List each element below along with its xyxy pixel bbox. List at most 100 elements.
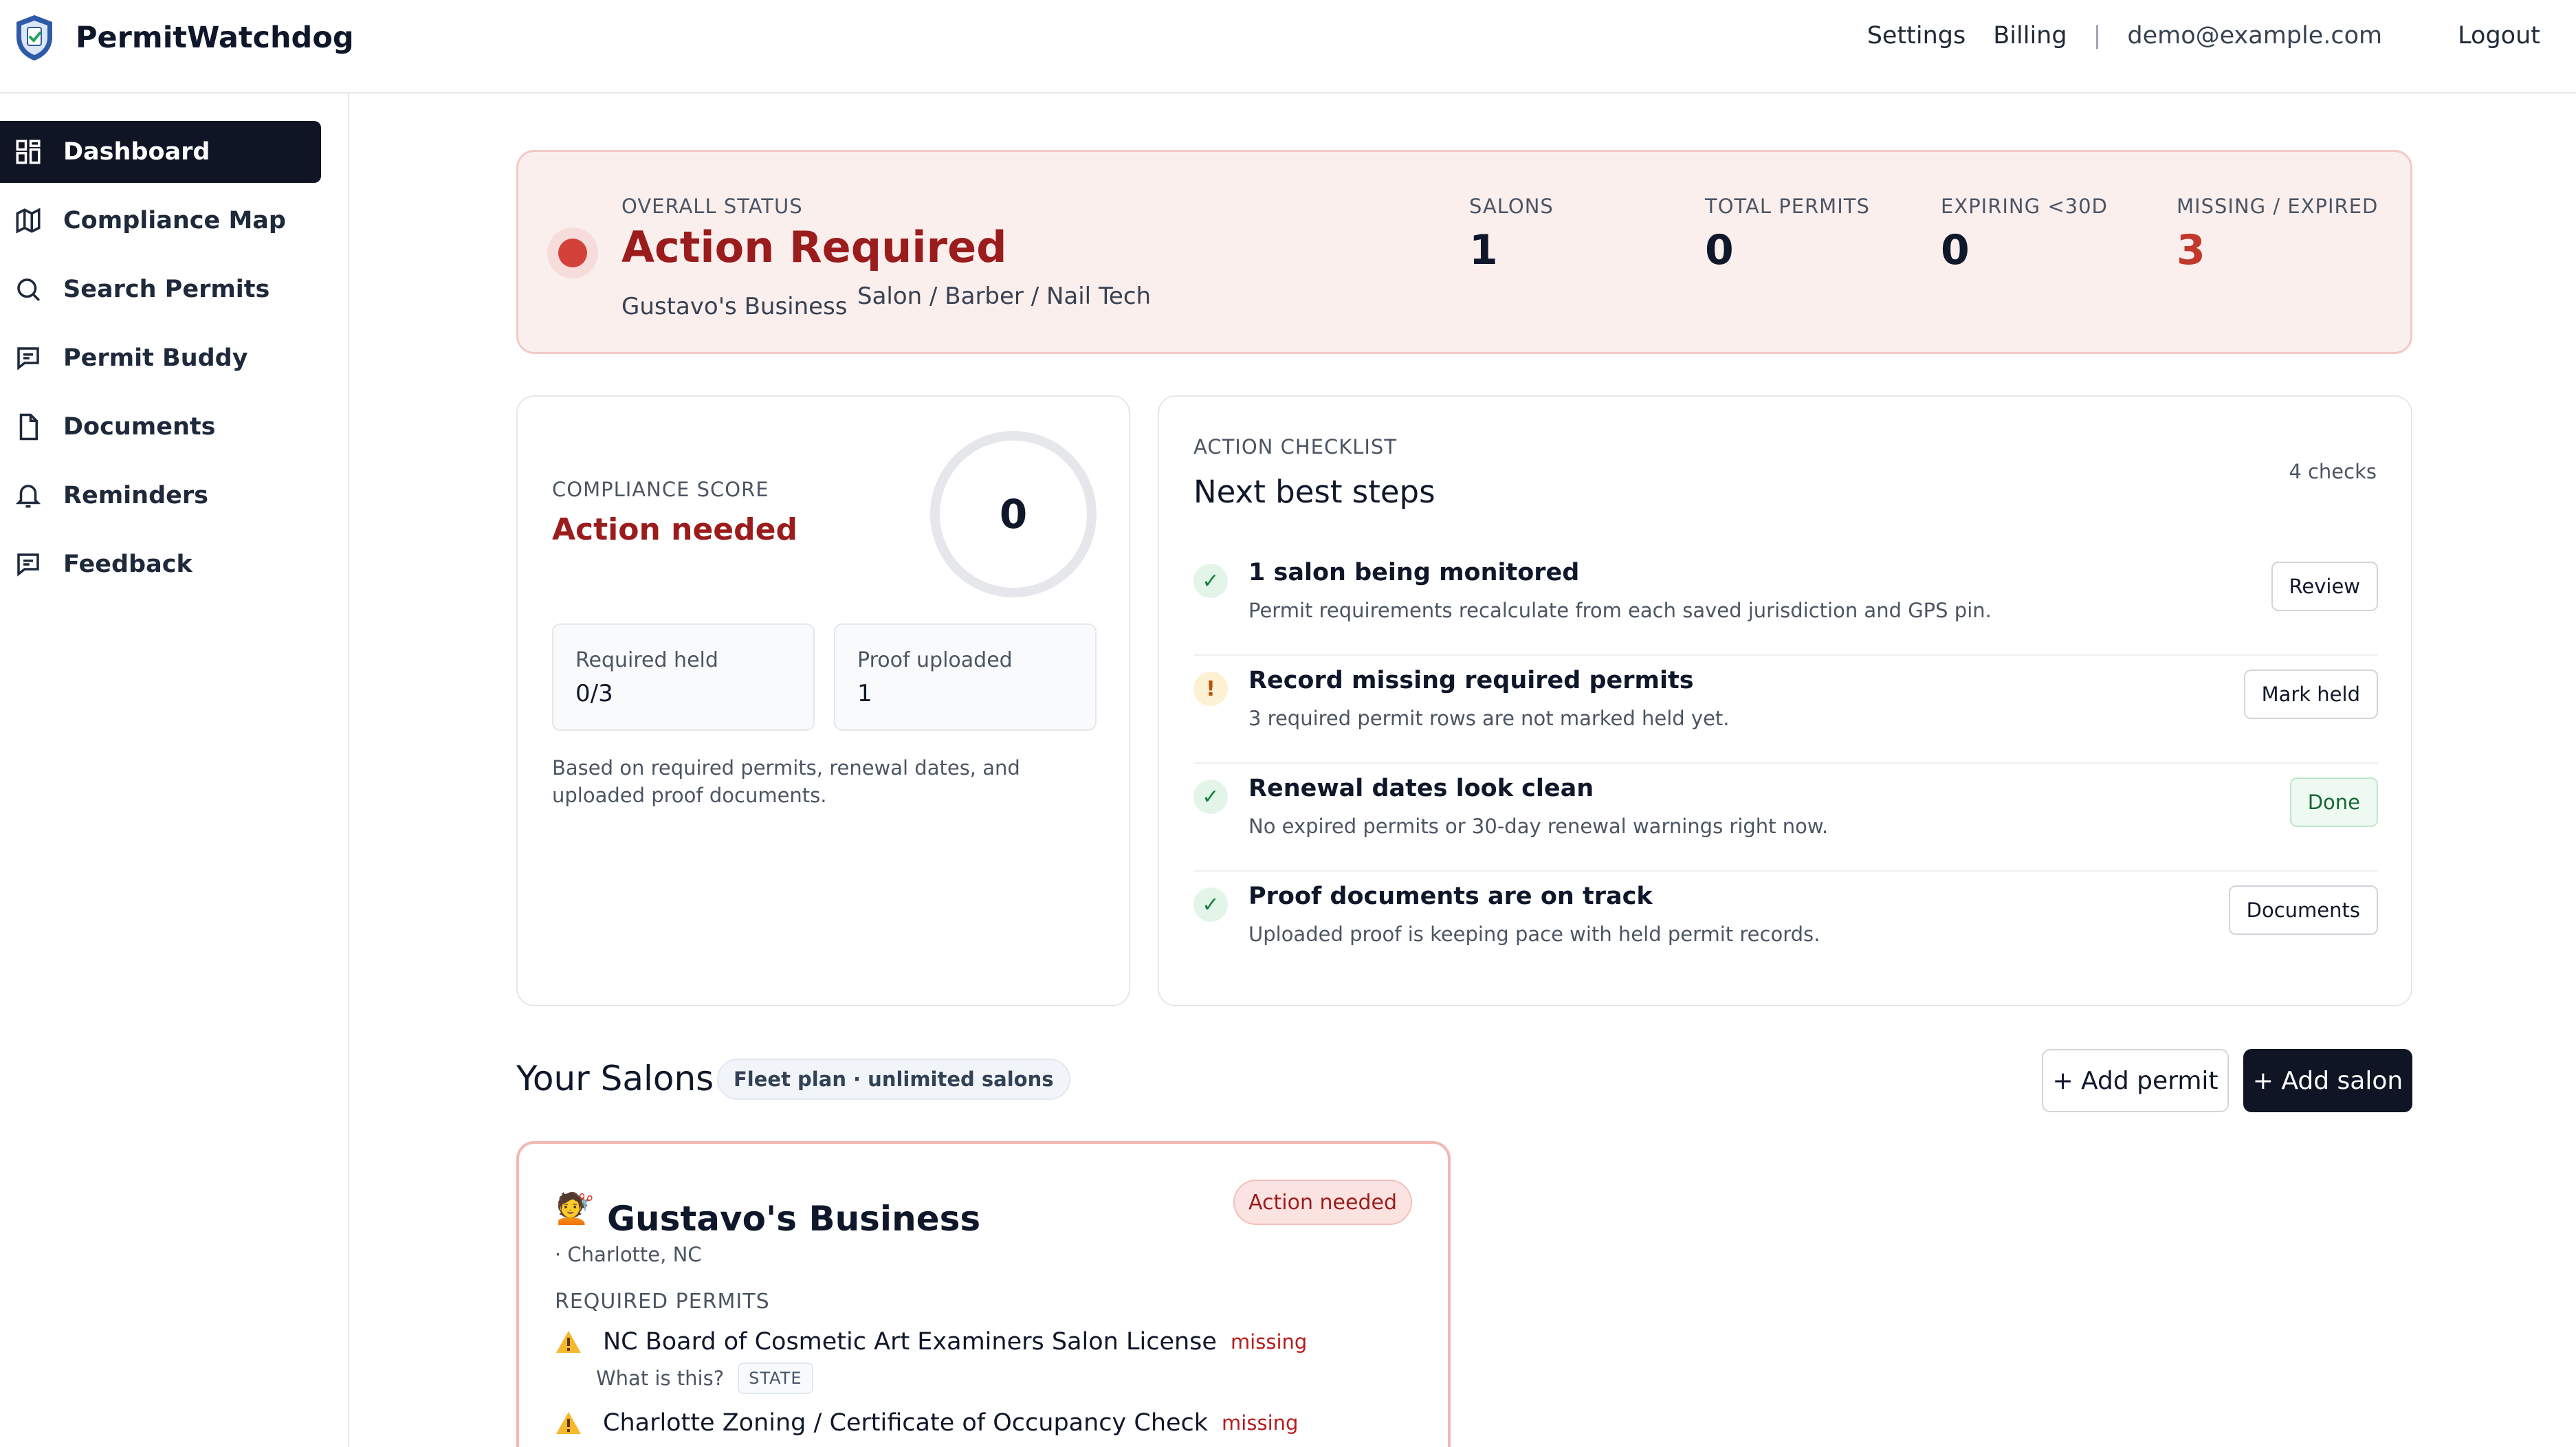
sidebar-item-permit-buddy[interactable]: Permit Buddy <box>0 327 321 389</box>
checklist-item-subtitle: Permit requirements recalculate from eac… <box>1248 599 1992 622</box>
logout-link[interactable]: Logout <box>2458 22 2540 49</box>
stat-value: 3 <box>2177 226 2205 274</box>
brand[interactable]: PermitWatchdog <box>14 14 354 62</box>
required-permits-label: REQUIRED PERMITS <box>555 1290 770 1314</box>
checklist-item: ✓ 1 salon being monitored Permit require… <box>1193 548 2378 656</box>
warning-icon <box>556 1412 581 1434</box>
document-icon <box>14 412 43 441</box>
sidebar-item-label: Compliance Map <box>63 207 286 234</box>
score-ring: 0 <box>930 431 1097 597</box>
plan-badge: Fleet plan · unlimited salons <box>717 1059 1070 1100</box>
checklist-item-title: Proof documents are on track <box>1248 883 1653 910</box>
stat-value: 1 <box>1469 226 1498 274</box>
checklist-item-subtitle: No expired permits or 30-day renewal war… <box>1248 815 1829 838</box>
sidebar-item-documents[interactable]: Documents <box>0 396 321 458</box>
status-badge: Action needed <box>1233 1180 1412 1225</box>
sidebar-item-label: Reminders <box>63 482 208 509</box>
billing-link[interactable]: Billing <box>1993 22 2067 49</box>
documents-button[interactable]: Documents <box>2228 885 2378 935</box>
done-button[interactable]: Done <box>2289 777 2378 827</box>
grid-icon <box>14 137 43 166</box>
your-salons-title: Your Salons <box>516 1059 714 1098</box>
map-icon <box>14 206 43 235</box>
overall-status-label: OVERALL STATUS <box>621 195 803 218</box>
score-note: Based on required permits, renewal dates… <box>552 756 1020 807</box>
salon-card[interactable]: 💇 Gustavo's Business · Charlotte, NC Act… <box>516 1141 1451 1447</box>
warning-icon <box>556 1331 581 1353</box>
box-value: 0/3 <box>575 680 613 707</box>
permit-name: NC Board of Cosmetic Art Examiners Salon… <box>603 1328 1217 1356</box>
stat-label: EXPIRING <30D <box>1941 195 2108 218</box>
permit-row: NC Board of Cosmetic Art Examiners Salon… <box>555 1328 1307 1356</box>
nav-separator: | <box>2093 22 2102 49</box>
top-nav: Settings Billing | demo@example.com Logo… <box>1840 22 2540 49</box>
checklist-item: ✓ Renewal dates look clean No expired pe… <box>1193 764 2378 872</box>
stat-expiring: EXPIRING <30D 0 <box>1941 195 2108 274</box>
overall-status-title: Action Required <box>621 222 1007 272</box>
checklist-item-title: Renewal dates look clean <box>1248 775 1594 802</box>
stat-salons: SALONS 1 <box>1469 195 1554 274</box>
checklist-item-title: 1 salon being monitored <box>1248 559 1580 586</box>
sidebar-item-feedback[interactable]: Feedback <box>0 533 321 595</box>
stat-label: SALONS <box>1469 195 1554 218</box>
stat-value: 0 <box>1941 226 1970 274</box>
what-is-this-link[interactable]: What is this? <box>596 1367 724 1390</box>
sidebar-item-label: Search Permits <box>63 276 270 303</box>
check-icon: ✓ <box>1193 564 1228 598</box>
review-button[interactable]: Review <box>2271 562 2378 611</box>
salon-location: · Charlotte, NC <box>555 1243 702 1266</box>
alert-icon: ! <box>1193 672 1228 706</box>
box-label: Required held <box>575 648 718 672</box>
chat-icon <box>14 344 43 373</box>
salon-avatar-icon: 💇 <box>556 1191 594 1226</box>
sidebar-item-reminders[interactable]: Reminders <box>0 465 321 527</box>
business-category: Salon / Barber / Nail Tech <box>857 283 1152 310</box>
what-is-this: What is this? STATE <box>596 1362 813 1394</box>
score-value: 0 <box>999 491 1028 538</box>
compliance-score-card: COMPLIANCE SCORE Action needed 0 Require… <box>516 395 1130 1006</box>
add-salon-button[interactable]: + Add salon <box>2243 1049 2412 1112</box>
stat-label: MISSING / EXPIRED <box>2177 195 2379 218</box>
sidebar: Dashboard Compliance Map Search Permits … <box>0 93 349 1447</box>
business-name: Gustavo's Business <box>621 293 848 320</box>
message-icon <box>14 550 43 579</box>
check-icon: ✓ <box>1193 780 1228 814</box>
permit-status: missing <box>1230 1330 1308 1354</box>
required-held-box: Required held 0/3 <box>552 623 815 731</box>
proof-uploaded-box: Proof uploaded 1 <box>834 623 1097 731</box>
checklist-count: 4 checks <box>2289 460 2377 483</box>
checklist-item: ✓ Proof documents are on track Uploaded … <box>1193 872 2378 980</box>
checklist-item: ! Record missing required permits 3 requ… <box>1193 656 2378 764</box>
state-tag: STATE <box>738 1362 813 1394</box>
action-checklist-card: ACTION CHECKLIST Next best steps 4 check… <box>1158 395 2412 1006</box>
compliance-score-status: Action needed <box>552 512 797 547</box>
sidebar-item-search-permits[interactable]: Search Permits <box>0 258 321 320</box>
status-dot-icon <box>547 228 598 278</box>
check-icon: ✓ <box>1193 887 1228 922</box>
top-bar: PermitWatchdog Settings Billing | demo@e… <box>0 0 2576 93</box>
add-permit-button[interactable]: + Add permit <box>2042 1049 2229 1112</box>
box-value: 1 <box>857 680 872 707</box>
sidebar-item-compliance-map[interactable]: Compliance Map <box>0 190 321 252</box>
sidebar-item-dashboard[interactable]: Dashboard <box>0 121 321 183</box>
mark-held-button[interactable]: Mark held <box>2243 670 2378 719</box>
stat-value: 0 <box>1705 226 1734 274</box>
settings-link[interactable]: Settings <box>1867 22 1966 49</box>
checklist-item-subtitle: 3 required permit rows are not marked he… <box>1248 707 1730 730</box>
sidebar-item-label: Feedback <box>63 551 192 578</box>
checklist-item-title: Record missing required permits <box>1248 667 1694 694</box>
user-email: demo@example.com <box>2127 22 2383 49</box>
compliance-score-label: COMPLIANCE SCORE <box>552 478 769 501</box>
permit-row: Charlotte Zoning / Certificate of Occupa… <box>555 1409 1298 1437</box>
search-icon <box>14 275 43 304</box>
stat-missing-expired: MISSING / EXPIRED 3 <box>2177 195 2378 274</box>
overall-status-banner: OVERALL STATUS Action Required Gustavo's… <box>516 150 2412 354</box>
permit-status: missing <box>1222 1411 1299 1435</box>
checklist-title: Next best steps <box>1193 474 1435 510</box>
sidebar-item-label: Documents <box>63 413 216 441</box>
stat-label: TOTAL PERMITS <box>1705 195 1870 218</box>
checklist-label: ACTION CHECKLIST <box>1193 435 1398 459</box>
permit-name: Charlotte Zoning / Certificate of Occupa… <box>603 1409 1209 1437</box>
bell-icon <box>14 481 43 510</box>
salon-name: Gustavo's Business <box>607 1199 981 1239</box>
